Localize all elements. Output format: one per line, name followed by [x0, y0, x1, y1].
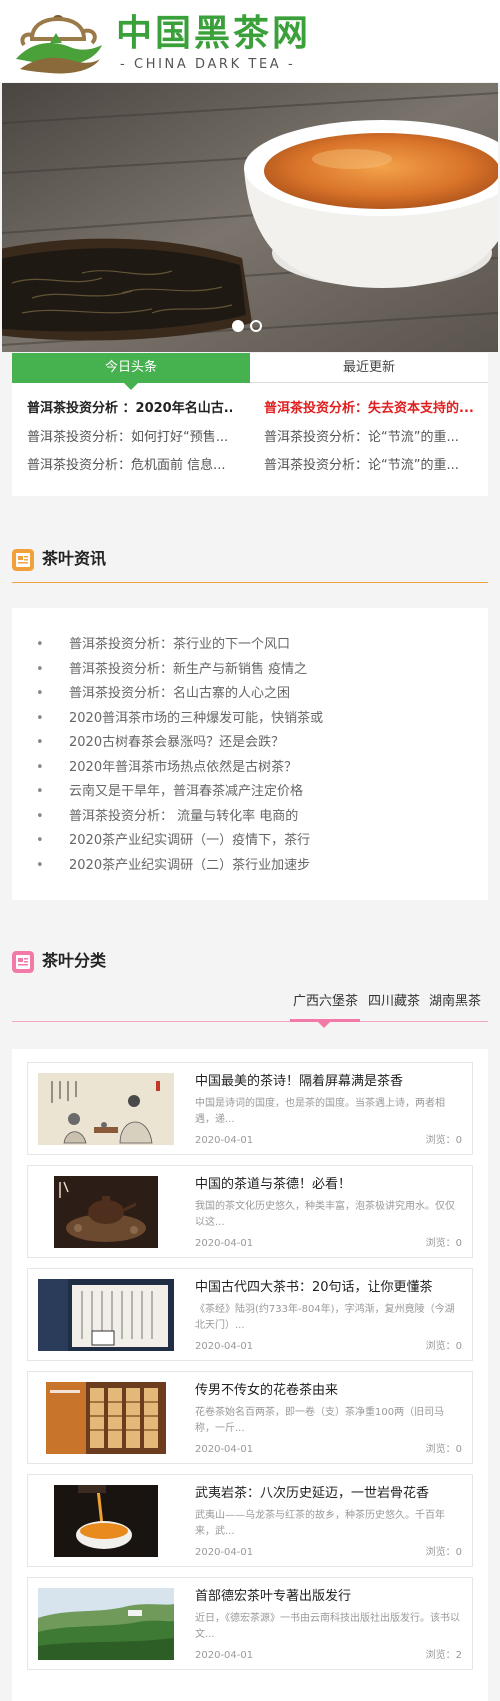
category-active-caret [318, 1022, 330, 1028]
headline-right-1[interactable]: 普洱茶投资分析：失去资本支持的... [264, 398, 476, 420]
category-doc-icon [12, 951, 34, 973]
tea-news-divider [12, 582, 488, 583]
tea-news-header: 茶叶资讯 [12, 539, 488, 579]
article-title[interactable]: 中国的茶道与茶德！必看！ [195, 1176, 351, 1194]
article-date: 2020-04-01 [195, 1547, 254, 1558]
article-views: 浏览：0 [425, 1444, 462, 1455]
headline-right-2[interactable]: 普洱茶投资分析：论“节流”的重... [264, 427, 476, 449]
site-logo-subtitle: - CHINA DARK TEA - [120, 57, 296, 72]
article-title[interactable]: 中国最美的茶诗！隔着屏幕满是茶香 [195, 1073, 403, 1091]
page: 中国黑茶网 - CHINA DARK TEA - 今日头条 最近更新 普洱茶投资… [0, 0, 500, 1701]
list-item-label: 普洱茶投资分析： 流量与转化率 电商的 [69, 809, 299, 824]
banner-tea-image [2, 83, 498, 352]
article-date: 2020-04-01 [195, 1650, 254, 1661]
list-item-label: 2020年普洱茶市场热点依然是古树茶？ [69, 760, 298, 775]
site-header: 中国黑茶网 - CHINA DARK TEA - [0, 0, 500, 82]
banner-dot-2[interactable] [250, 320, 262, 332]
article-date: 2020-04-01 [195, 1341, 254, 1352]
list-item-label: 2020普洱茶市场的三种爆发可能，快销茶或 [69, 711, 324, 726]
headline-left-1[interactable]: 普洱茶投资分析 ：2020年名山古... [27, 398, 232, 420]
article-summary: 中国是诗词的国度，也是茶的国度。当茶遇上诗，两者相遇，递... [195, 1098, 445, 1125]
tab-sichuan-zangcha[interactable]: 四川藏茶 [368, 988, 420, 1016]
article-views: 浏览：0 [425, 1341, 462, 1352]
tab-recent-updates[interactable]: 最近更新 [250, 353, 488, 383]
tab-today-headlines[interactable]: 今日头条 [12, 353, 250, 390]
article-title[interactable]: 首部德宏茶叶专著出版发行 [195, 1588, 351, 1606]
list-item-label: 云南又是干旱年，普洱春茶减产注定价格 [69, 784, 304, 799]
article-title[interactable]: 武夷岩茶：八次历史延迈，一世岩骨花香 [195, 1485, 429, 1503]
headline-left-2[interactable]: 普洱茶投资分析：如何打好“预售... [27, 427, 232, 449]
tea-news-title: 茶叶资讯 [42, 549, 107, 568]
article-summary: 近日，《德宏茶源》一书由云南科技出版社出版发行。该书以文... [195, 1613, 460, 1640]
list-item-label: 2020茶产业纪实调研（二）茶行业加速步 [69, 858, 311, 873]
list-item-label: 普洱茶投资分析：名山古寨的人心之困 [69, 686, 291, 701]
headline-panel: 今日头条 最近更新 普洱茶投资分析 ：2020年名山古... 普洱茶投资分析：如… [12, 353, 488, 496]
article-card[interactable]: 中国最美的茶诗！隔着屏幕满是茶香 中国是诗词的国度，也是茶的国度。当茶遇上诗，两… [27, 1062, 473, 1155]
news-doc-icon [12, 549, 34, 571]
tea-news-list: 普洱茶投资分析：茶行业的下一个风口 普洱茶投资分析：新生产与新销售 疫情之 普洱… [12, 608, 488, 900]
article-views: 浏览：0 [425, 1238, 462, 1249]
banner-dot-1[interactable] [232, 320, 244, 332]
article-thumbnail-book [38, 1279, 174, 1351]
article-views: 浏览：0 [425, 1135, 462, 1146]
article-title[interactable]: 传男不传女的花卷茶由来 [195, 1382, 338, 1400]
article-card[interactable]: 首部德宏茶叶专著出版发行 近日，《德宏茶源》一书由云南科技出版社出版发行。该书以… [27, 1577, 473, 1670]
headline-right-3[interactable]: 普洱茶投资分析：论“节流”的重... [264, 455, 476, 477]
article-summary: 武夷山——乌龙茶与红茶的故乡，种茶历史悠久。千百年来，武... [195, 1510, 445, 1537]
article-card[interactable]: 中国的茶道与茶德！必看！ 我国的茶文化历史悠久，种类丰富，泡茶极讲究用水。仅仅以… [27, 1165, 473, 1258]
article-card[interactable]: 武夷岩茶：八次历史延迈，一世岩骨花香 武夷山——乌龙茶与红茶的故乡，种茶历史悠久… [27, 1474, 473, 1567]
article-date: 2020-04-01 [195, 1135, 254, 1146]
article-views: 浏览：0 [425, 1547, 462, 1558]
tab-guangxi-liubao[interactable]: 广西六堡茶 [293, 988, 358, 1016]
article-summary: 我国的茶文化历史悠久，种类丰富，泡茶极讲究用水。仅仅以这... [195, 1201, 455, 1228]
list-item-label: 普洱茶投资分析：新生产与新销售 疫情之 [69, 662, 308, 677]
site-logo-title[interactable]: 中国黑茶网 [116, 12, 311, 56]
article-thumbnail-hills [38, 1588, 174, 1660]
tab-hunan-heicha[interactable]: 湖南黑茶 [429, 988, 481, 1016]
article-thumbnail-painting [38, 1073, 174, 1145]
banner-carousel[interactable] [2, 83, 498, 352]
list-item-label: 2020茶产业纪实调研（一）疫情下，茶行 [69, 833, 311, 848]
list-item-label: 普洱茶投资分析：茶行业的下一个风口 [69, 637, 291, 652]
article-views: 浏览：2 [425, 1650, 462, 1661]
article-thumbnail-rolls [38, 1382, 174, 1454]
category-divider [12, 1021, 488, 1022]
article-summary: 花卷茶始名百两茶，即一卷（支）茶净重100两（旧司马称，一斤... [195, 1407, 445, 1434]
tea-category-title: 茶叶分类 [42, 951, 107, 970]
headline-left-3[interactable]: 普洱茶投资分析：危机面前 信息... [27, 455, 232, 477]
article-thumbnail-pour [38, 1485, 174, 1557]
article-card[interactable]: 中国古代四大茶书：20句话，让你更懂茶 《茶经》陆羽(约733年-804年)，字… [27, 1268, 473, 1361]
article-card[interactable]: 传男不传女的花卷茶由来 花卷茶始名百两茶，即一卷（支）茶净重100两（旧司马称，… [27, 1371, 473, 1464]
article-date: 2020-04-01 [195, 1238, 254, 1249]
article-title[interactable]: 中国古代四大茶书：20句话，让你更懂茶 [195, 1279, 433, 1297]
article-summary: 《茶经》陆羽(约733年-804年)，字鸿渐，复州竟陵（今湖北天门）... [195, 1304, 455, 1331]
tea-category-header: 茶叶分类 [12, 941, 488, 981]
article-thumbnail-teapot [38, 1176, 174, 1248]
teapot-logo-icon[interactable] [10, 9, 106, 75]
article-date: 2020-04-01 [195, 1444, 254, 1455]
list-item-label: 2020古树春茶会暴涨吗？还是会跌？ [69, 735, 285, 750]
